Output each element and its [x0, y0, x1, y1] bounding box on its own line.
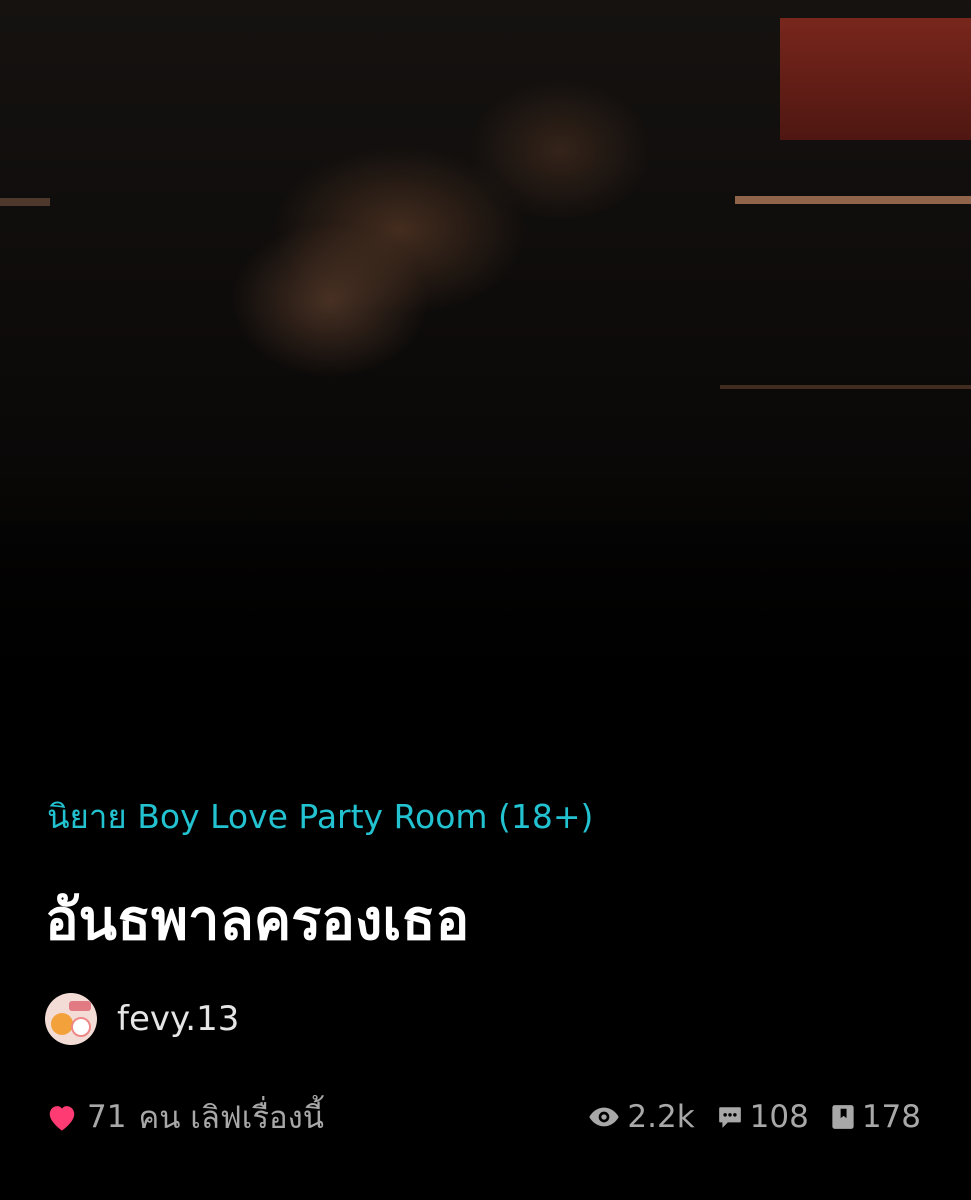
comments-stat: 108 — [717, 1099, 809, 1135]
author-avatar[interactable] — [45, 993, 97, 1045]
eye-icon — [589, 1107, 620, 1127]
story-stats: 2.2k 108 178 — [566, 1095, 921, 1139]
cover-background-rail — [0, 198, 50, 206]
likes-summary: 71 คน เลิฟเรื่องนี้ — [45, 1095, 324, 1139]
cover-image — [0, 0, 971, 720]
heart-icon[interactable] — [45, 1102, 79, 1132]
comment-icon — [718, 1107, 741, 1128]
likes-count: 71 — [87, 1099, 127, 1135]
comments-count: 108 — [749, 1099, 809, 1135]
cover-background-panel — [780, 18, 971, 140]
cover-fade-overlay — [0, 460, 971, 720]
bookmark-icon — [832, 1105, 854, 1129]
story-category-link[interactable]: นิยาย Boy Love Party Room (18+) — [47, 790, 593, 843]
cover-background-rail — [720, 385, 971, 389]
cover-background-rail — [735, 196, 971, 204]
likes-text: คน เลิฟเรื่องนี้ — [138, 1100, 324, 1136]
bookmarks-count: 178 — [861, 1099, 921, 1135]
views-count: 2.2k — [627, 1099, 695, 1135]
story-title: อันธพาลครองเธอ — [45, 888, 470, 953]
author-link[interactable]: fevy.13 — [45, 993, 239, 1045]
bookmarks-stat: 178 — [831, 1099, 921, 1135]
author-name[interactable]: fevy.13 — [117, 999, 239, 1039]
views-stat: 2.2k — [588, 1099, 695, 1135]
